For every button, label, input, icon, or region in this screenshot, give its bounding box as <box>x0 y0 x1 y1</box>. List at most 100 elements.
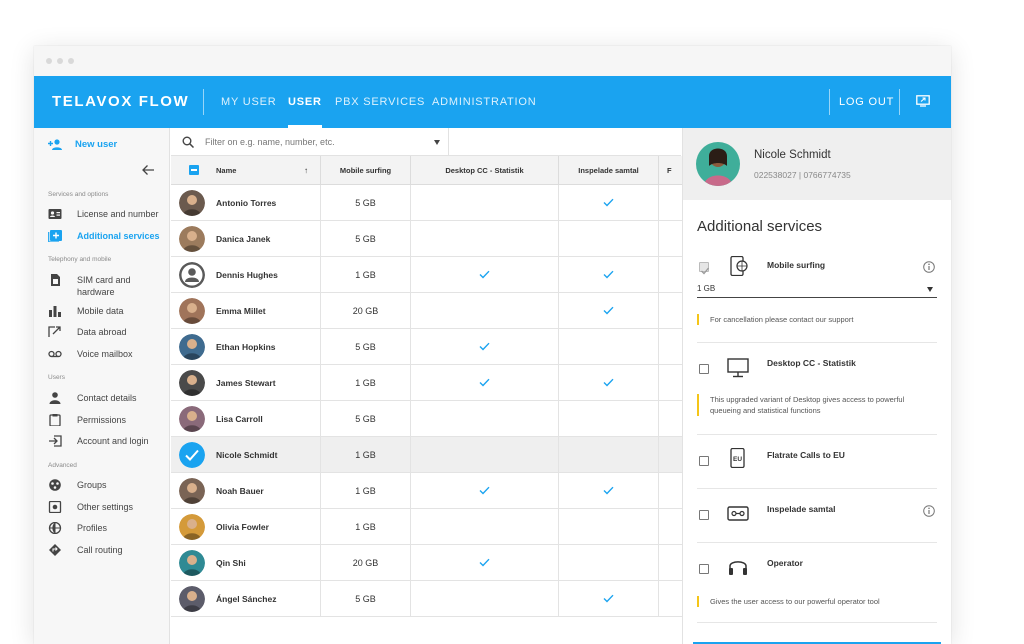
sidebar-item-contact-details[interactable]: Contact details <box>48 392 170 404</box>
mobile-surfing-select[interactable]: 1 GB <box>697 284 937 298</box>
column-truncated[interactable]: F <box>659 156 682 184</box>
table-row[interactable]: Emma Millet 20 GB <box>171 293 682 329</box>
sidebar-item-voice-mailbox[interactable]: Voice mailbox <box>48 348 170 360</box>
cassette-icon <box>727 506 749 521</box>
table-row[interactable]: Olivia Fowler 1 GB <box>171 509 682 545</box>
column-name[interactable]: Name ↑ <box>171 156 321 184</box>
nav-user[interactable]: USER <box>288 76 322 128</box>
nav-my-user[interactable]: MY USER <box>221 76 277 128</box>
avatar <box>696 142 740 186</box>
cell-name: Dennis Hughes <box>171 257 321 292</box>
sidebar-item-data-abroad[interactable]: Data abroad <box>48 326 170 338</box>
cell-truncated <box>659 293 682 328</box>
cell-mobile-surfing: 5 GB <box>321 185 411 220</box>
avatar <box>179 405 205 432</box>
sidebar-item-sim-card[interactable]: SIM card and hardware <box>48 274 170 298</box>
column-mobile-surfing[interactable]: Mobile surfing <box>321 156 411 184</box>
service-checkbox[interactable] <box>699 456 709 466</box>
sidebar-item-permissions[interactable]: Permissions <box>48 414 170 426</box>
table-row[interactable]: James Stewart 1 GB <box>171 365 682 401</box>
service-checkbox[interactable] <box>699 510 709 520</box>
avatar-photo <box>179 549 205 576</box>
nav-pbx-services[interactable]: PBX SERVICES <box>335 76 425 128</box>
sidebar-item-label: Account and login <box>77 436 149 446</box>
new-user-label: New user <box>75 138 118 150</box>
cell-truncated <box>659 545 682 580</box>
avatar <box>179 369 205 396</box>
service-checkbox[interactable] <box>699 364 709 374</box>
avatar-photo <box>179 369 205 396</box>
filter-input[interactable] <box>205 134 425 150</box>
sidebar-item-label: Call routing <box>77 545 123 555</box>
sim-card-icon <box>51 274 60 286</box>
cell-name: Olivia Fowler <box>171 509 321 544</box>
sidebar-item-label: Groups <box>77 480 107 490</box>
avatar-photo <box>179 585 205 612</box>
globe-icon <box>48 522 62 534</box>
sidebar-item-call-routing[interactable]: Call routing <box>48 544 170 556</box>
check-icon <box>479 270 490 279</box>
cell-truncated <box>659 257 682 292</box>
svg-text:EU: EU <box>733 456 742 463</box>
select-all-checkbox[interactable] <box>189 165 199 175</box>
table-row[interactable]: Noah Bauer 1 GB <box>171 473 682 509</box>
cell-inspelade-samtal <box>559 437 659 472</box>
cell-desktop-cc <box>411 473 559 508</box>
window-titlebar <box>34 46 951 76</box>
nav-administration[interactable]: ADMINISTRATION <box>432 76 537 128</box>
cell-inspelade-samtal <box>559 221 659 256</box>
sort-up-icon[interactable]: ↑ <box>304 166 308 175</box>
table-row[interactable]: Qin Shi 20 GB <box>171 545 682 581</box>
table-row[interactable]: Ángel Sánchez 5 GB <box>171 581 682 617</box>
cell-inspelade-samtal <box>559 473 659 508</box>
sidebar-item-profiles[interactable]: Profiles <box>48 522 170 534</box>
cell-name: James Stewart <box>171 365 321 400</box>
logout-button[interactable]: LOG OUT <box>839 76 894 128</box>
sidebar-item-label: Other settings <box>77 502 134 512</box>
sidebar-item-additional-services[interactable]: Additional services <box>48 230 170 242</box>
table-row[interactable]: Dennis Hughes 1 GB <box>171 257 682 293</box>
chevron-down-icon[interactable] <box>434 140 440 145</box>
new-user-button[interactable]: New user <box>48 136 117 152</box>
table-row[interactable]: Danica Janek 5 GB <box>171 221 682 257</box>
column-desktop-cc[interactable]: Desktop CC - Statistik <box>411 156 559 184</box>
avatar-photo <box>179 189 205 216</box>
check-icon <box>479 378 490 387</box>
column-inspelade-samtal[interactable]: Inspelade samtal <box>559 156 659 184</box>
cell-inspelade-samtal <box>559 257 659 292</box>
table-row[interactable]: Antonio Torres 5 GB <box>171 185 682 221</box>
filter-bar-spacer <box>449 128 681 156</box>
cell-inspelade-samtal <box>559 185 659 220</box>
table-row[interactable]: Ethan Hopkins 5 GB <box>171 329 682 365</box>
user-name: Emma Millet <box>216 305 266 316</box>
external-screen-icon[interactable] <box>916 95 930 107</box>
table-header: Name ↑ Mobile surfing Desktop CC - Stati… <box>171 156 682 185</box>
sidebar-item-groups[interactable]: Groups <box>48 479 170 491</box>
add-user-icon <box>48 138 62 150</box>
cell-mobile-surfing: 5 GB <box>321 401 411 436</box>
sidebar-item-license-and-number[interactable]: License and number <box>48 208 170 220</box>
service-checkbox[interactable] <box>699 564 709 574</box>
cell-inspelade-samtal <box>559 509 659 544</box>
service-checkbox[interactable] <box>699 262 710 275</box>
cell-truncated <box>659 401 682 436</box>
info-icon[interactable] <box>923 505 935 517</box>
cell-mobile-surfing: 1 GB <box>321 473 411 508</box>
sidebar-item-mobile-data[interactable]: Mobile data <box>48 305 170 317</box>
cell-desktop-cc <box>411 329 559 364</box>
mobile-eu-icon: EU <box>730 448 745 468</box>
table-row[interactable]: Nicole Schmidt 1 GB <box>171 437 682 473</box>
user-name: Qin Shi <box>216 557 246 568</box>
cell-mobile-surfing: 1 GB <box>321 509 411 544</box>
user-name: Noah Bauer <box>216 485 264 496</box>
back-arrow-icon[interactable] <box>141 164 155 176</box>
avatar-photo <box>179 477 205 504</box>
table-row[interactable]: Lisa Carroll 5 GB <box>171 401 682 437</box>
sidebar-item-label: License and number <box>77 209 159 219</box>
app-window: TELAVOX FLOW MY USER USER PBX SERVICES A… <box>34 46 951 644</box>
user-detail-panel: Nicole Schmidt 022538027 | 0766774735 Ad… <box>682 128 951 644</box>
sidebar-item-account-and-login[interactable]: Account and login <box>48 435 170 447</box>
sidebar-item-other-settings[interactable]: Other settings <box>48 501 170 513</box>
cell-truncated <box>659 437 682 472</box>
info-icon[interactable] <box>923 261 935 273</box>
